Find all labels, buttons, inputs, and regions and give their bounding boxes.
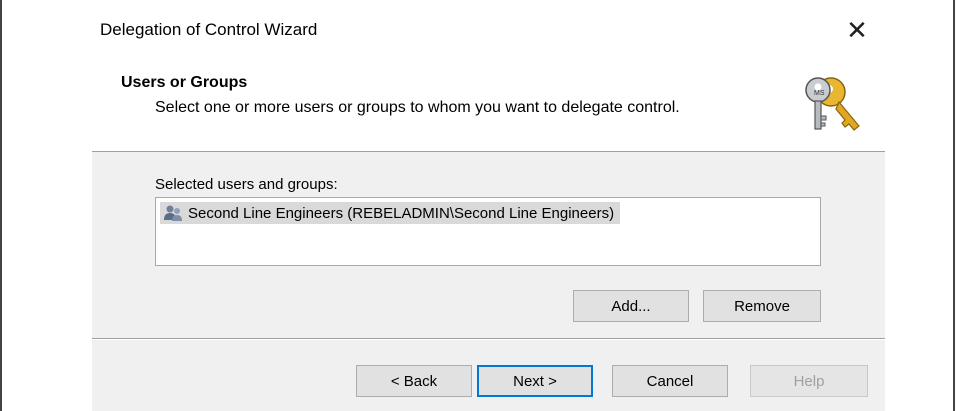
keys-icon: MS [805, 77, 860, 131]
list-item[interactable]: Second Line Engineers (REBELADMIN\Second… [160, 202, 621, 224]
page-title: Users or Groups [121, 74, 248, 91]
svg-text:MS: MS [814, 90, 825, 97]
wizard-header: Users or Groups Select one or more users… [92, 58, 885, 151]
user-group-icon [164, 205, 182, 221]
remove-button[interactable]: Remove [703, 290, 821, 322]
wizard-body: Selected users and groups: Second Line E… [92, 152, 885, 411]
cancel-button[interactable]: Cancel [612, 365, 728, 397]
list-item-label: Second Line Engineers (REBELADMIN\Second… [188, 204, 615, 222]
add-button[interactable]: Add... [573, 290, 689, 322]
page-subtitle: Select one or more users or groups to wh… [155, 99, 680, 116]
selected-users-label: Selected users and groups: [155, 176, 338, 193]
window-title: Delegation of Control Wizard [100, 20, 318, 39]
wizard-window: Delegation of Control Wizard ✕ Users or … [92, 0, 885, 411]
next-button[interactable]: Next > [477, 365, 593, 397]
footer-separator-highlight [92, 339, 885, 340]
back-button[interactable]: < Back [356, 365, 472, 397]
close-icon[interactable]: ✕ [841, 14, 873, 46]
help-button: Help [750, 365, 868, 397]
title-bar: Delegation of Control Wizard ✕ [92, 0, 885, 58]
selected-users-list[interactable]: Second Line Engineers (REBELADMIN\Second… [155, 197, 821, 266]
